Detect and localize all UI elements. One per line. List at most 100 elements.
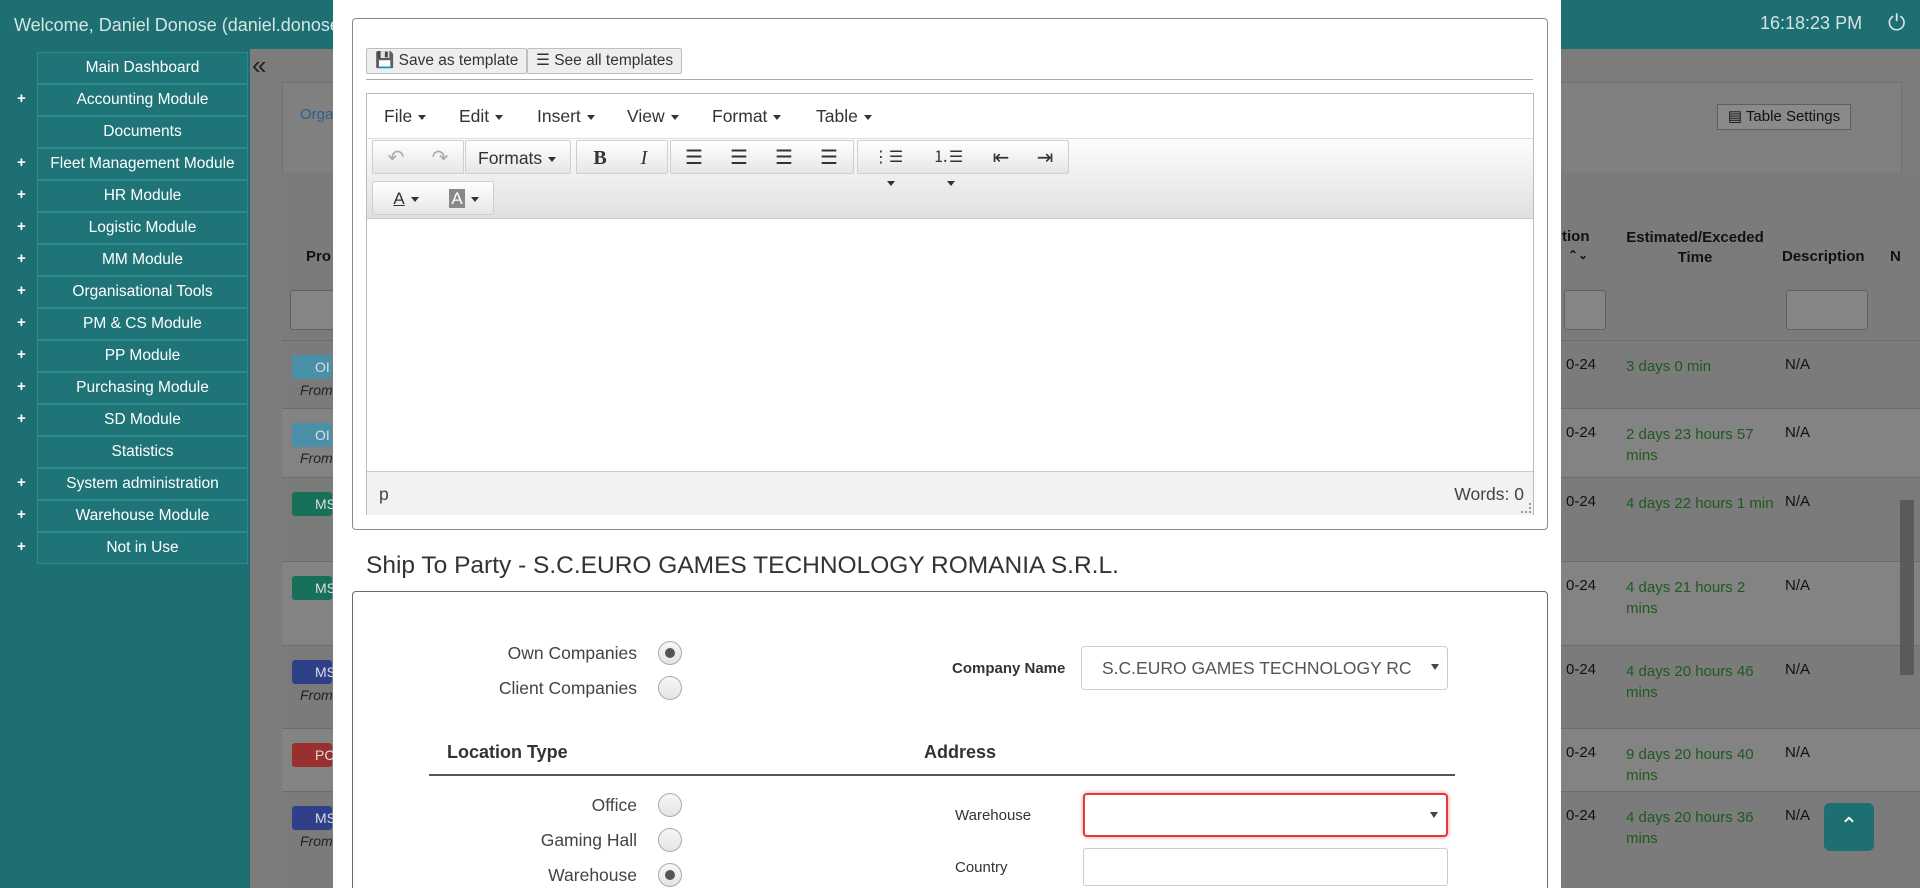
align-right-icon[interactable]: ☰: [769, 145, 799, 171]
justify-icon[interactable]: ☰: [814, 145, 844, 171]
expand-icon[interactable]: +: [17, 250, 26, 267]
resize-handle[interactable]: [1521, 503, 1531, 513]
expand-icon[interactable]: +: [17, 154, 26, 171]
estimated-time-cell: 3 days 0 min: [1626, 358, 1712, 375]
sort-icon[interactable]: ⌃⌄: [1568, 248, 1588, 262]
menu-format[interactable]: Format: [712, 106, 782, 127]
description-cell: N/A: [1785, 744, 1811, 761]
sidebar-item[interactable]: Purchasing Module: [37, 372, 248, 404]
menu-view[interactable]: View: [627, 106, 679, 127]
sidebar-item[interactable]: Statistics: [37, 436, 248, 468]
date-cell: 0-24: [1566, 577, 1597, 594]
column-header-estimated: Estimated/Exceded Time: [1626, 229, 1764, 266]
bullet-list-icon[interactable]: ⋮☰: [866, 145, 910, 187]
estimated-time-cell: 4 days 21 hours 2 mins: [1626, 579, 1746, 617]
description-cell: N/A: [1785, 661, 1811, 678]
location-type-heading: Location Type: [447, 742, 568, 762]
editor-content-area[interactable]: [367, 219, 1533, 471]
client-companies-label: Client Companies: [498, 678, 637, 698]
bold-icon[interactable]: B: [585, 145, 615, 171]
expand-icon[interactable]: +: [17, 346, 26, 363]
date-cell: 0-24: [1566, 356, 1597, 373]
date-cell: 0-24: [1566, 493, 1597, 510]
menu-edit[interactable]: Edit: [459, 106, 504, 127]
gaming-hall-radio[interactable]: [658, 828, 682, 852]
sidebar-item[interactable]: Organisational Tools: [37, 276, 248, 308]
power-icon[interactable]: ⏻: [1888, 10, 1905, 36]
scroll-to-top-button[interactable]: ⌃: [1824, 803, 1874, 851]
redo-icon[interactable]: ↷: [425, 145, 455, 171]
column-header-pro: Pro: [306, 248, 332, 265]
list-indent-group: ⋮☰ ⒈☰ ⇤ ⇥: [857, 140, 1069, 187]
filter-input[interactable]: [290, 290, 334, 330]
sidebar-item[interactable]: MM Module: [37, 244, 248, 276]
menu-file[interactable]: File: [384, 106, 427, 127]
numbered-list-icon[interactable]: ⒈☰: [926, 145, 970, 187]
expand-icon[interactable]: +: [17, 314, 26, 331]
sidebar-item[interactable]: System administration: [37, 468, 248, 500]
sidebar-item[interactable]: Warehouse Module: [37, 500, 248, 532]
sidebar-item[interactable]: PP Module: [37, 340, 248, 372]
expand-icon[interactable]: +: [17, 282, 26, 299]
sidebar-item[interactable]: HR Module: [37, 180, 248, 212]
organisation-link[interactable]: Orga: [300, 106, 333, 123]
sidebar-item[interactable]: Documents: [37, 116, 248, 148]
expand-icon[interactable]: +: [17, 474, 26, 491]
align-center-icon[interactable]: ☰: [724, 145, 754, 171]
expand-icon[interactable]: +: [17, 506, 26, 523]
text-color-icon[interactable]: A: [381, 186, 431, 212]
warehouse-select[interactable]: [1083, 793, 1448, 837]
element-path[interactable]: p: [379, 484, 389, 505]
align-left-icon[interactable]: ☰: [679, 145, 709, 171]
status-badge: PC: [292, 743, 334, 767]
expand-icon[interactable]: +: [17, 410, 26, 427]
expand-icon[interactable]: +: [17, 186, 26, 203]
office-radio[interactable]: [658, 793, 682, 817]
undo-icon[interactable]: ↶: [381, 145, 411, 171]
client-companies-radio[interactable]: [658, 676, 682, 700]
menu-insert[interactable]: Insert: [537, 106, 595, 127]
status-badge: MS: [292, 576, 336, 600]
table-settings-button[interactable]: ▤ Table Settings: [1717, 104, 1851, 130]
description-cell: N/A: [1785, 356, 1811, 373]
italic-icon[interactable]: I: [629, 145, 659, 171]
own-companies-radio[interactable]: [658, 641, 682, 665]
sidebar-item[interactable]: Logistic Module: [37, 212, 248, 244]
formats-dropdown[interactable]: Formats: [465, 140, 571, 174]
chevron-down-icon: [1431, 664, 1439, 670]
expand-icon[interactable]: +: [17, 218, 26, 235]
from-text: From: [300, 450, 333, 466]
color-group: A A: [372, 181, 494, 215]
description-filter-input[interactable]: [1786, 290, 1868, 330]
company-name-select[interactable]: S.C.EURO GAMES TECHNOLOGY RC: [1081, 646, 1448, 690]
page-scrollbar[interactable]: [1900, 500, 1914, 675]
filter-input[interactable]: [1564, 290, 1606, 330]
expand-icon[interactable]: +: [17, 90, 26, 107]
country-field[interactable]: [1083, 848, 1448, 886]
column-header-tion: tion: [1562, 228, 1590, 245]
indent-icon[interactable]: ⇥: [1030, 145, 1060, 171]
warehouse-location-radio[interactable]: [658, 863, 682, 887]
save-as-template-button[interactable]: 💾 Save as template: [366, 48, 528, 74]
see-all-templates-button[interactable]: ☰ See all templates: [527, 48, 683, 74]
expand-icon[interactable]: +: [17, 538, 26, 555]
divider: [366, 79, 1533, 80]
background-color-icon[interactable]: A: [439, 186, 489, 212]
sidebar-item[interactable]: SD Module: [37, 404, 248, 436]
sidebar-item[interactable]: Main Dashboard: [37, 52, 248, 84]
column-header-n: N: [1890, 248, 1901, 265]
collapse-sidebar-icon[interactable]: «: [252, 50, 266, 81]
expand-icon[interactable]: +: [17, 378, 26, 395]
from-text: From: [300, 687, 333, 703]
status-badge: MS: [292, 806, 336, 830]
sidebar-item[interactable]: Accounting Module: [37, 84, 248, 116]
sidebar-item[interactable]: Not in Use: [37, 532, 248, 564]
sidebar-item[interactable]: Fleet Management Module: [37, 148, 248, 180]
outdent-icon[interactable]: ⇤: [986, 145, 1016, 171]
save-icon: 💾: [375, 52, 395, 69]
sidebar-item[interactable]: PM & CS Module: [37, 308, 248, 340]
editor-toolbar: ↶ ↷ Formats B I ☰ ☰ ☰ ☰ ⋮☰ ⒈☰ ⇤ ⇥ A A: [367, 139, 1533, 219]
menu-table[interactable]: Table: [816, 106, 872, 127]
gaming-hall-label: Gaming Hall: [540, 830, 637, 850]
description-cell: N/A: [1785, 493, 1811, 510]
